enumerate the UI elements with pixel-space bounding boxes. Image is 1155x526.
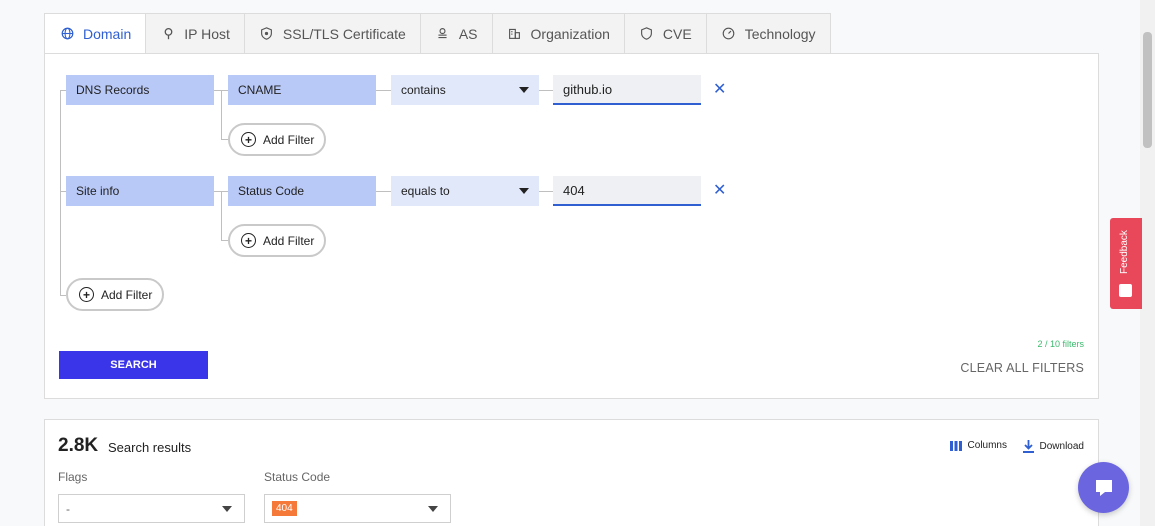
feedback-face-icon — [1119, 284, 1132, 297]
filter-operator-label: equals to — [401, 184, 450, 198]
chat-bubble-icon — [1095, 479, 1112, 496]
filter-category-select[interactable]: DNS Records — [66, 75, 214, 105]
status-code-badge: 404 — [272, 501, 297, 516]
tree-line — [60, 90, 61, 296]
tab-label: Domain — [83, 25, 132, 42]
flags-select[interactable]: - — [58, 494, 245, 523]
tab-label: CVE — [662, 25, 692, 42]
tab-ssl-tls-certificate[interactable]: SSL/TLS Certificate — [244, 13, 421, 54]
columns-icon — [949, 440, 962, 451]
caret-down-icon — [222, 505, 232, 512]
gauge-icon — [721, 26, 737, 42]
clear-all-filters-button[interactable]: CLEAR ALL FILTERS — [960, 361, 1084, 375]
tab-label: IP Host — [184, 25, 230, 42]
tab-as[interactable]: AS — [420, 13, 493, 54]
tab-domain[interactable]: Domain — [44, 13, 147, 54]
tab-label: Organization — [530, 25, 610, 42]
shield-outline-icon — [639, 26, 655, 42]
network-icon — [435, 26, 451, 42]
tab-technology[interactable]: Technology — [706, 13, 831, 54]
tree-line — [221, 90, 222, 140]
filter-panel: DNS Records CNAME contains github.io ✕ +… — [44, 53, 1099, 399]
filter-field-label: Status Code — [238, 184, 305, 198]
tree-line — [376, 191, 391, 192]
filter-value-input[interactable]: github.io — [553, 75, 701, 105]
filter-category-select[interactable]: Site info — [66, 176, 214, 206]
caret-down-icon — [428, 505, 438, 512]
filter-value-input[interactable]: 404 — [553, 176, 701, 206]
tree-line — [221, 139, 228, 140]
chat-button[interactable] — [1078, 462, 1129, 513]
filter-category-label: Site info — [76, 184, 120, 198]
status-code-select[interactable]: 404 — [264, 494, 451, 523]
columns-button[interactable]: Columns — [949, 440, 1007, 451]
scrollbar-thumb[interactable] — [1143, 32, 1152, 148]
filter-value-text: 404 — [563, 182, 585, 198]
download-icon — [1022, 440, 1034, 453]
tab-label: AS — [458, 25, 478, 42]
results-count: 2.8K — [58, 435, 99, 456]
tab-organization[interactable]: Organization — [492, 13, 625, 54]
filter-operator-label: contains — [401, 83, 446, 97]
remove-filter-close-icon[interactable]: ✕ — [713, 183, 726, 199]
add-root-filter-button[interactable]: + Add Filter — [66, 278, 165, 311]
tree-line — [539, 90, 553, 91]
tab-label: SSL/TLS Certificate — [282, 25, 406, 42]
tab-label: Technology — [744, 25, 816, 42]
plus-circle-icon: + — [241, 233, 256, 248]
tree-line — [376, 90, 391, 91]
download-label: Download — [1039, 441, 1084, 452]
plus-circle-icon: + — [79, 287, 94, 302]
tab-ip-host[interactable]: IP Host — [146, 13, 245, 54]
search-button[interactable]: SEARCH — [59, 351, 208, 379]
status-code-label: Status Code — [264, 470, 331, 484]
filter-operator-select[interactable]: contains — [391, 75, 539, 105]
tree-line — [221, 191, 222, 241]
page-scrollbar[interactable] — [1140, 0, 1155, 526]
tree-line — [221, 240, 228, 241]
filter-field-select[interactable]: CNAME — [228, 75, 376, 105]
caret-down-icon — [519, 188, 529, 194]
filter-value-text: github.io — [563, 81, 613, 97]
add-filter-button[interactable]: + Add Filter — [228, 224, 327, 257]
add-filter-label: Add Filter — [263, 132, 315, 147]
location-pin-icon — [160, 26, 176, 42]
flags-label: Flags — [58, 470, 88, 484]
tab-cve[interactable]: CVE — [624, 13, 707, 54]
filter-field-select[interactable]: Status Code — [228, 176, 376, 206]
globe-icon — [59, 26, 75, 42]
filter-operator-select[interactable]: equals to — [391, 176, 539, 206]
remove-filter-close-icon[interactable]: ✕ — [713, 82, 726, 98]
add-filter-label: Add Filter — [101, 287, 153, 302]
shield-icon — [259, 26, 275, 42]
columns-label: Columns — [967, 440, 1007, 451]
plus-circle-icon: + — [241, 132, 256, 147]
results-panel: 2.8K Search results Columns Download Fla… — [44, 419, 1099, 526]
tree-line — [539, 191, 553, 192]
results-label: Search results — [108, 440, 192, 455]
search-type-tabs: Domain IP Host SSL/TLS Certificate AS Or… — [44, 13, 831, 54]
filter-category-label: DNS Records — [76, 83, 150, 97]
add-filter-label: Add Filter — [263, 233, 315, 248]
add-filter-button[interactable]: + Add Filter — [228, 123, 327, 156]
flags-value: - — [66, 501, 70, 516]
filter-count: 2 / 10 filters — [1037, 339, 1084, 349]
feedback-label: Feedback — [1119, 230, 1130, 274]
download-button[interactable]: Download — [1022, 440, 1084, 453]
building-icon — [507, 26, 523, 42]
caret-down-icon — [519, 87, 529, 93]
filter-field-label: CNAME — [238, 83, 282, 97]
feedback-button[interactable]: Feedback — [1110, 218, 1142, 309]
